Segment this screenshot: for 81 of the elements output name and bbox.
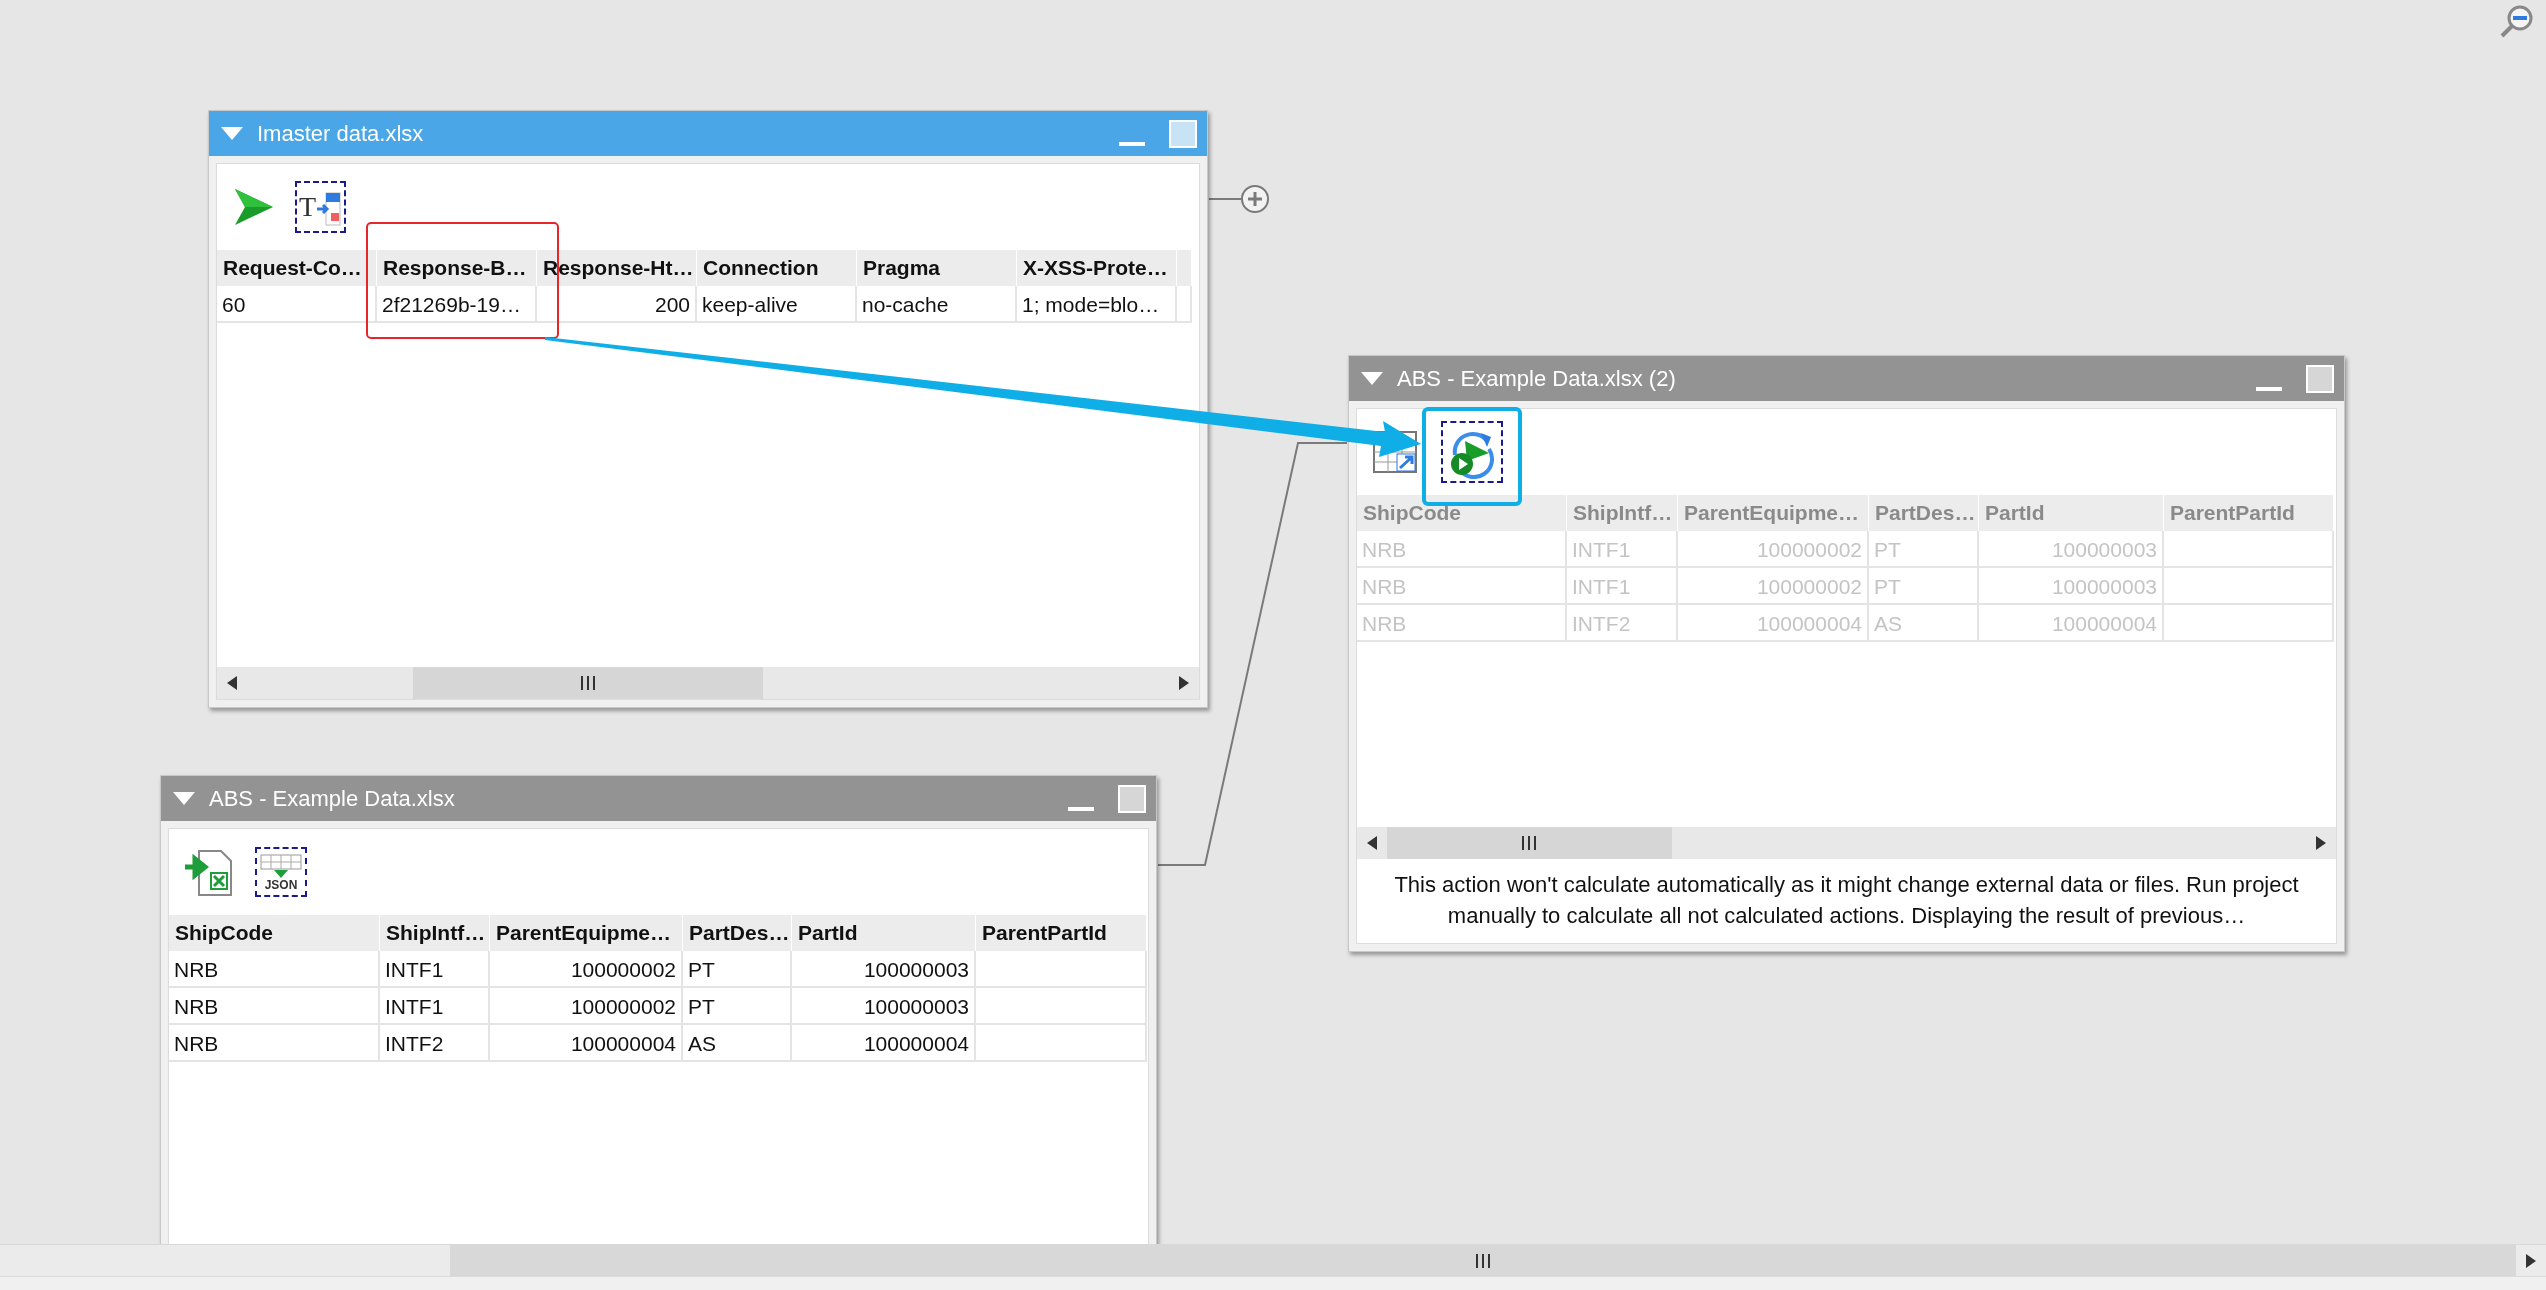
horizontal-scrollbar[interactable] — [217, 667, 1199, 699]
maximize-button[interactable] — [1169, 119, 1197, 148]
grip-icon — [580, 675, 597, 691]
toolbar-button[interactable]: T — [295, 181, 347, 233]
table-cell: 2f21269b-19… — [377, 286, 537, 323]
column-header[interactable]: PartDes… — [683, 915, 792, 951]
collapse-icon[interactable] — [221, 126, 243, 141]
excel-import-icon — [183, 847, 235, 897]
table-cell: 100000004 — [792, 1025, 976, 1062]
grip-icon — [1475, 1252, 1491, 1269]
table-cell: PT — [683, 951, 792, 988]
table-cell: PT — [1869, 531, 1979, 568]
column-header[interactable]: ParentPartId — [976, 915, 1147, 951]
window-title: ABS - Example Data.xlsx — [209, 785, 455, 812]
table-cell: INTF2 — [1567, 605, 1678, 642]
table-cell: AS — [1869, 605, 1979, 642]
table-cell: 100000002 — [1678, 568, 1869, 605]
window-title: ABS - Example Data.xlsx (2) — [1397, 365, 1676, 392]
right-arrow-icon — [2316, 836, 2326, 850]
text-glyph: T — [299, 191, 317, 223]
column-header[interactable]: Connection — [697, 250, 857, 286]
table-cell — [1177, 286, 1192, 323]
table-cell: 100000004 — [1678, 605, 1869, 642]
table-cell: NRB — [1357, 531, 1567, 568]
table-cell: 100000002 — [1678, 531, 1869, 568]
toolbar-button[interactable] — [1441, 421, 1503, 483]
left-arrow-icon — [1367, 836, 1377, 850]
table-cell: 60 — [217, 286, 377, 323]
table-cell: NRB — [169, 1025, 380, 1062]
table-cell: no-cache — [857, 286, 1017, 323]
table-cell: INTF1 — [1567, 531, 1678, 568]
scroll-thumb[interactable] — [412, 667, 764, 699]
column-header[interactable]: Request-Co… — [217, 250, 377, 286]
grip-icon — [1521, 835, 1538, 851]
table-cell: 100000003 — [1979, 531, 2164, 568]
left-arrow-icon — [227, 676, 237, 690]
collapse-icon[interactable] — [173, 791, 195, 806]
table-cell: 100000002 — [490, 988, 683, 1025]
column-header[interactable]: Response-B… — [377, 250, 537, 286]
table-down-icon — [259, 853, 303, 879]
table-cell: 100000003 — [792, 951, 976, 988]
table-cell: 100000002 — [490, 951, 683, 988]
scroll-thumb[interactable] — [1387, 827, 1672, 859]
table-cell: 1; mode=blo… — [1017, 286, 1177, 323]
table-cell: INTF1 — [1567, 568, 1678, 605]
table-cell: AS — [683, 1025, 792, 1062]
right-arrow-icon — [2526, 1253, 2536, 1268]
table-cell: 200 — [537, 286, 697, 323]
window-title: Imaster data.xlsx — [257, 120, 424, 147]
scroll-thumb[interactable] — [450, 1245, 2516, 1276]
table-cell: 100000004 — [490, 1025, 683, 1062]
column-header[interactable]: ShipIntf… — [380, 915, 490, 951]
column-header[interactable]: ParentEquipme… — [490, 915, 683, 951]
table-cell: 100000003 — [792, 988, 976, 1025]
column-header[interactable]: ShipCode — [169, 915, 380, 951]
horizontal-scrollbar[interactable] — [1357, 827, 2336, 859]
table-cell: NRB — [1357, 568, 1567, 605]
zoom-out-icon[interactable] — [2498, 4, 2534, 40]
connector-line — [1208, 198, 1243, 200]
horizontal-scrollbar[interactable] — [0, 1244, 2546, 1276]
right-arrow-icon — [1179, 676, 1189, 690]
column-header[interactable]: PartId — [792, 915, 976, 951]
table-cell: NRB — [169, 951, 380, 988]
table-cell: 100000004 — [1979, 605, 2164, 642]
table-cell: INTF2 — [380, 1025, 490, 1062]
table-cell: INTF1 — [380, 988, 490, 1025]
toolbar-button[interactable]: JSON — [255, 847, 307, 897]
table-cell: PT — [683, 988, 792, 1025]
table-cell: NRB — [169, 988, 380, 1025]
table-cell: INTF1 — [380, 951, 490, 988]
maximize-button[interactable] — [1118, 784, 1146, 813]
column-header[interactable]: X-XSS-Prote… — [1017, 250, 1177, 286]
table-cell: NRB — [1357, 605, 1567, 642]
maximize-button[interactable] — [2306, 364, 2334, 393]
table-cell: keep-alive — [697, 286, 857, 323]
table-cell: 100000003 — [1979, 568, 2164, 605]
table-cell: PT — [1869, 568, 1979, 605]
column-header[interactable]: Pragma — [857, 250, 1017, 286]
add-icon[interactable] — [1241, 185, 1269, 213]
collapse-icon[interactable] — [1361, 371, 1383, 386]
json-label: JSON — [264, 879, 298, 891]
